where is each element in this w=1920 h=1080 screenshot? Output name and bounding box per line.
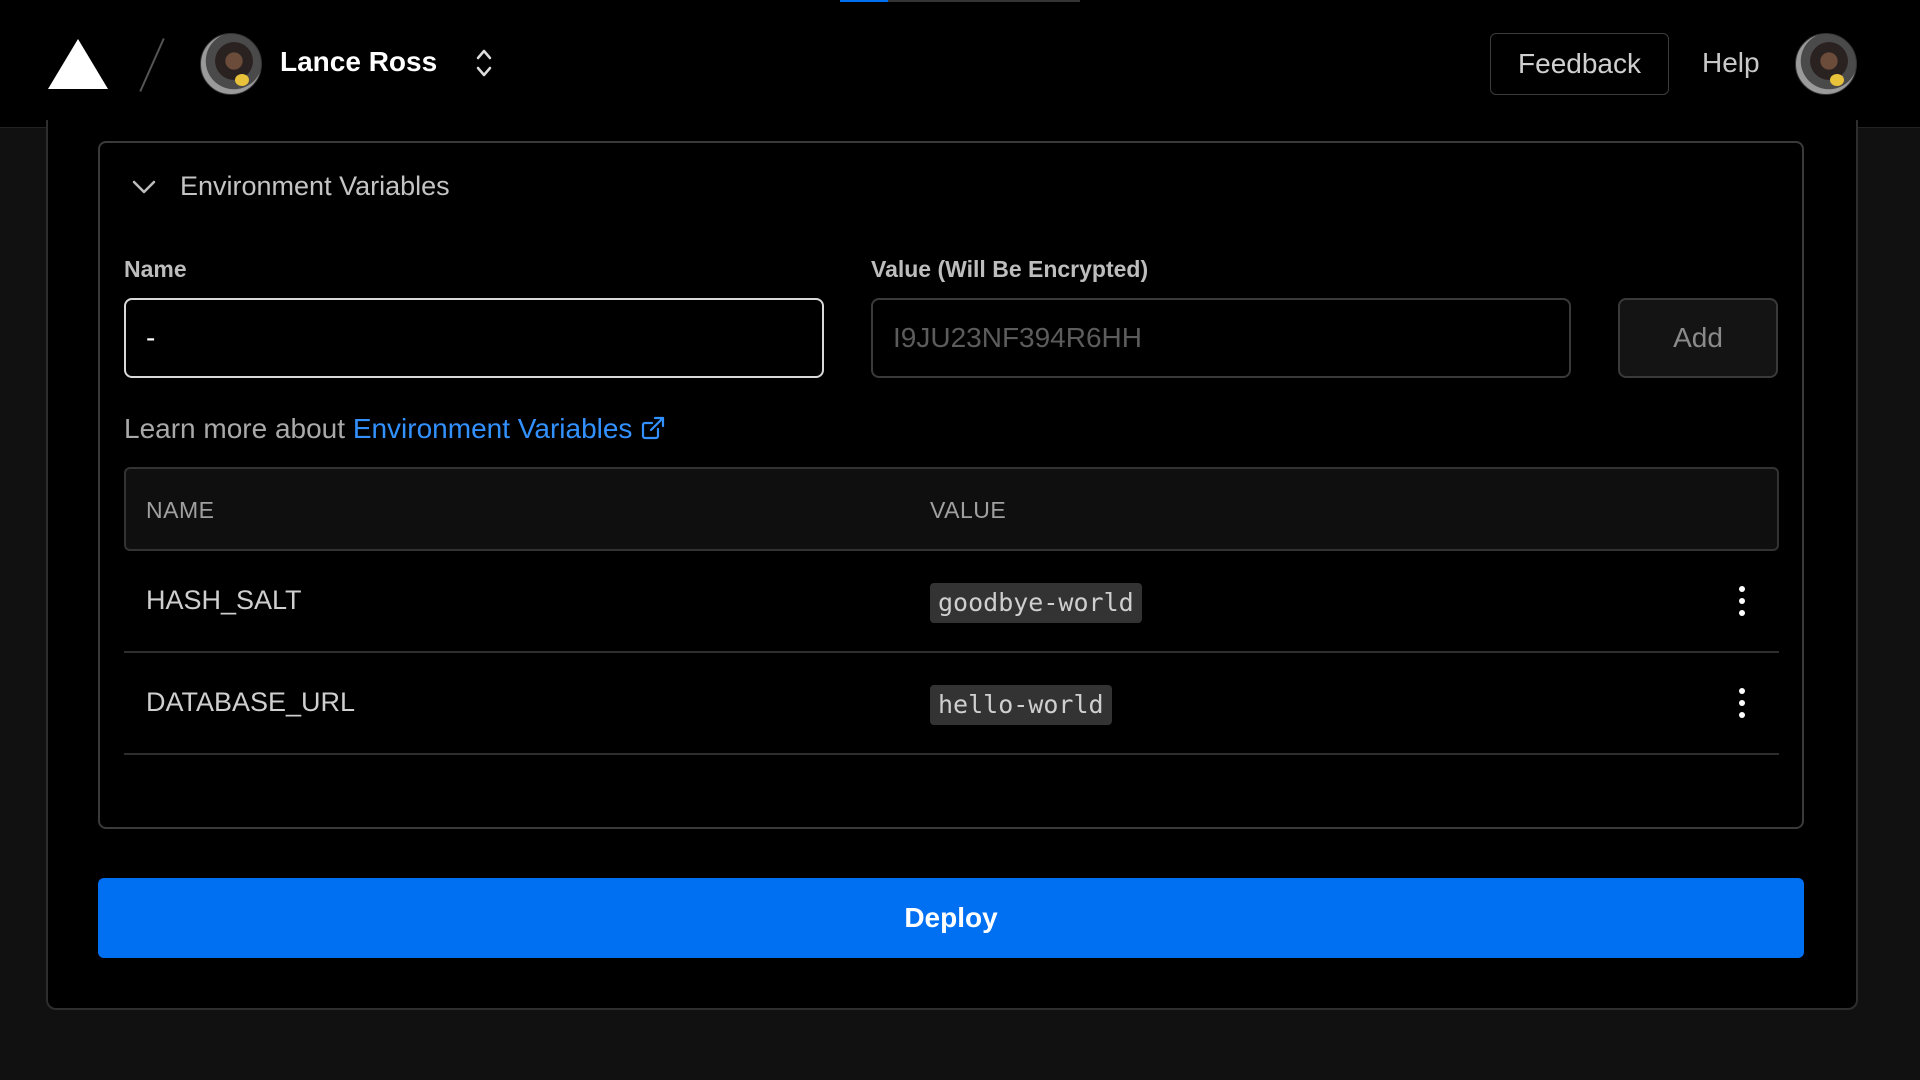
- table-row: DATABASE_URL hello-world: [124, 653, 1779, 755]
- value-input[interactable]: [871, 298, 1571, 378]
- feedback-button[interactable]: Feedback: [1490, 33, 1669, 95]
- column-header-name: NAME: [146, 497, 215, 523]
- account-name[interactable]: Lance Ross: [280, 46, 437, 78]
- more-vertical-icon[interactable]: [1724, 581, 1760, 621]
- chevron-down-icon[interactable]: [131, 178, 157, 196]
- page-progress-indicator: [840, 0, 1080, 2]
- variable-value: hello-world: [930, 685, 1112, 725]
- value-field-label: Value (Will Be Encrypted): [871, 256, 1149, 282]
- external-link-icon[interactable]: [640, 415, 666, 441]
- chevron-up-down-icon[interactable]: [474, 46, 494, 80]
- name-field-label: Name: [124, 256, 187, 282]
- user-avatar[interactable]: [1795, 33, 1857, 95]
- variable-name: HASH_SALT: [146, 585, 302, 615]
- table-row: HASH_SALT goodbye-world: [124, 551, 1779, 653]
- progress-segment: [840, 0, 888, 2]
- add-button[interactable]: Add: [1618, 298, 1778, 378]
- variable-value: goodbye-world: [930, 583, 1142, 623]
- help-link[interactable]: Help: [1702, 47, 1760, 79]
- breadcrumb-separator: [139, 38, 165, 92]
- environment-variables-link[interactable]: Environment Variables: [353, 413, 633, 444]
- table-header: NAME VALUE: [124, 467, 1779, 551]
- more-vertical-icon[interactable]: [1724, 683, 1760, 723]
- vercel-logo-icon[interactable]: [48, 39, 108, 89]
- column-header-value: VALUE: [930, 497, 1007, 523]
- account-avatar[interactable]: [200, 33, 262, 95]
- section-title[interactable]: Environment Variables: [180, 171, 450, 202]
- name-input[interactable]: [124, 298, 824, 378]
- learn-more-prefix: Learn more about: [124, 413, 353, 444]
- top-navigation-bar: Lance Ross Feedback Help: [0, 0, 1920, 128]
- variable-name: DATABASE_URL: [146, 687, 356, 717]
- deploy-button[interactable]: Deploy: [98, 878, 1804, 958]
- learn-more-text: Learn more about Environment Variables: [124, 413, 666, 445]
